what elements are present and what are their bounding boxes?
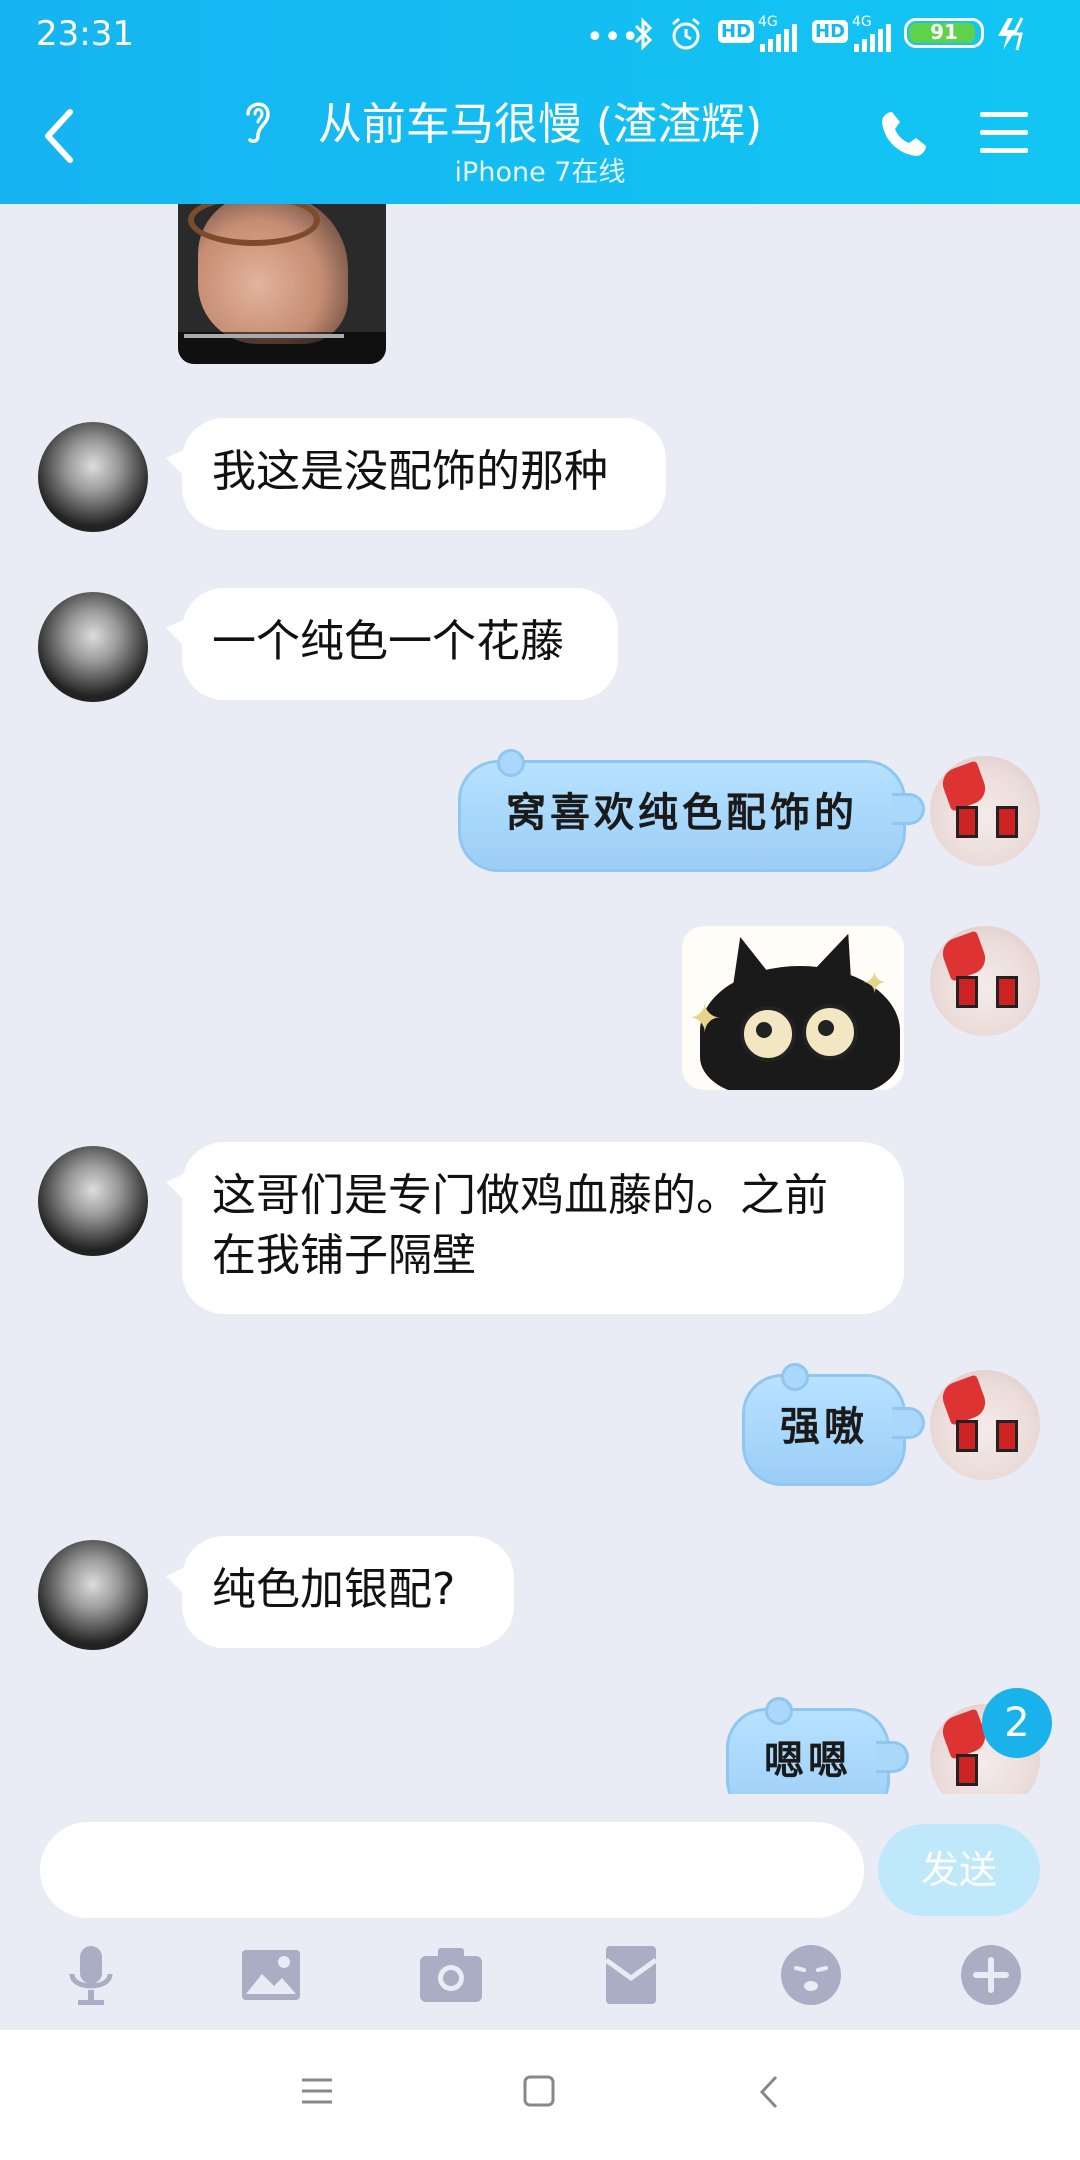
bubble-decoration <box>765 1697 793 1725</box>
chat-header: 23:31 ••• HD 4G HD 4G 91 从前车马很慢 (渣渣辉) iP… <box>0 0 1080 204</box>
message-bubble-received[interactable]: 我这是没配饰的那种 <box>166 418 666 530</box>
my-avatar[interactable] <box>930 926 1040 1036</box>
message-text: 窝喜欢纯色配饰的 <box>506 789 858 836</box>
my-avatar[interactable] <box>930 756 1040 866</box>
phone-call-icon[interactable] <box>878 108 930 160</box>
message-bubble-sent[interactable]: 嗯嗯 <box>726 1697 909 1794</box>
bubble-decoration <box>497 749 525 777</box>
emoji-icon[interactable] <box>776 1940 846 2010</box>
sticker-black-cat[interactable]: ✦ ✦ <box>682 926 904 1090</box>
bubble-tail <box>892 1407 925 1439</box>
message-text: 我这是没配饰的那种 <box>212 446 608 497</box>
plus-circle-icon[interactable] <box>956 1940 1026 2010</box>
bluetooth-icon <box>634 17 653 51</box>
contact-avatar[interactable] <box>38 1146 148 1256</box>
status-time: 23:31 <box>36 14 134 54</box>
message-text: 强嗷 <box>780 1403 868 1450</box>
message-text: 纯色加银配? <box>212 1564 456 1615</box>
bubble-decoration <box>781 1363 809 1391</box>
system-navigation-bar <box>0 2030 1080 2160</box>
shared-image-message[interactable] <box>178 204 386 364</box>
unread-count-badge[interactable]: 2 <box>982 1688 1052 1758</box>
image-icon[interactable] <box>236 1940 306 2010</box>
status-icons: ••• HD 4G HD 4G 91 <box>582 14 1052 54</box>
contact-avatar[interactable] <box>38 1540 148 1650</box>
message-bubble-sent[interactable]: 强嗷 <box>742 1363 925 1486</box>
message-input[interactable] <box>40 1822 864 1918</box>
contact-avatar[interactable] <box>38 592 148 702</box>
message-bubble-sent[interactable]: 窝喜欢纯色配饰的 <box>458 749 925 872</box>
battery-icon: 91 <box>904 18 984 48</box>
home-icon[interactable] <box>522 2074 556 2108</box>
battery-percent: 91 <box>930 20 958 44</box>
contact-avatar[interactable] <box>38 422 148 532</box>
send-button[interactable]: 发送 <box>878 1824 1040 1916</box>
hd-badge-2: HD <box>812 20 849 43</box>
alarm-icon <box>672 17 700 50</box>
my-avatar[interactable] <box>930 1370 1040 1480</box>
hamburger-menu-icon[interactable] <box>978 108 1030 158</box>
signal-icon-2 <box>854 24 891 52</box>
camera-icon[interactable] <box>416 1940 486 2010</box>
charging-icon <box>998 17 1024 51</box>
message-text-line-1: 这哥们是专门做鸡血藤的。之前 <box>212 1170 828 1221</box>
message-bubble-received[interactable]: 这哥们是专门做鸡血藤的。之前 在我铺子隔壁 <box>166 1142 904 1314</box>
message-text-line-2: 在我铺子隔壁 <box>212 1230 476 1281</box>
red-envelope-icon[interactable] <box>596 1940 666 2010</box>
signal-icon-1 <box>760 24 797 52</box>
hd-badge-1: HD <box>718 20 755 43</box>
bubble-tail <box>876 1741 909 1773</box>
message-bubble-received[interactable]: 一个纯色一个花藤 <box>166 588 618 700</box>
microphone-icon[interactable] <box>56 1940 126 2010</box>
back-icon[interactable] <box>754 2074 784 2110</box>
bubble-tail <box>892 793 925 825</box>
message-text: 嗯嗯 <box>764 1737 852 1784</box>
message-bubble-received[interactable]: 纯色加银配? <box>166 1536 514 1648</box>
recent-apps-icon[interactable] <box>300 2074 334 2108</box>
message-list[interactable]: 我这是没配饰的那种 一个纯色一个花藤 窝喜欢纯色配饰的 ✦ ✦ 这哥们是专门做鸡… <box>0 204 1080 1794</box>
message-text: 一个纯色一个花藤 <box>212 616 564 667</box>
